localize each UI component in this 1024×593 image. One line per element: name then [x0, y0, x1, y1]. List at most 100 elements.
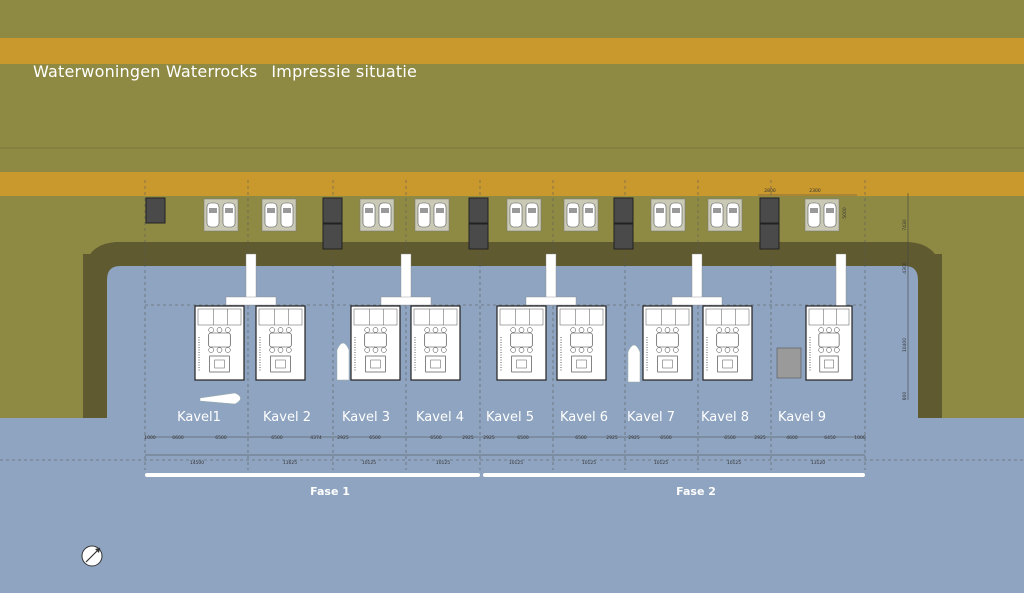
car-window	[656, 208, 664, 213]
house-outline	[255, 305, 306, 381]
jetty-deck	[380, 296, 432, 306]
dimension-text: 10125	[436, 460, 450, 466]
car	[509, 202, 523, 228]
house-outline	[350, 305, 401, 381]
car-icon	[203, 198, 239, 232]
car-icon	[650, 198, 686, 232]
dimension-text: 2300	[809, 188, 821, 194]
page-title: Waterwoningen Waterrocks Impressie situat…	[33, 62, 417, 81]
dimension-text: 4600	[786, 435, 798, 441]
project-subtitle: Impressie situatie	[271, 62, 418, 81]
quay-fill-left	[0, 390, 83, 418]
boat-icon	[336, 342, 350, 381]
car-icon	[506, 198, 542, 232]
car-window	[365, 208, 373, 213]
dimension-text: 5000	[842, 207, 848, 219]
jetty	[400, 253, 412, 301]
dimension-text: 6500	[215, 435, 227, 441]
jetty-deck	[525, 296, 577, 306]
dimension-text: 6500	[575, 435, 587, 441]
car-icon	[707, 198, 743, 232]
dimension-text: 2925	[483, 435, 495, 441]
dimension-text: 10125	[654, 460, 668, 466]
jetty	[835, 253, 847, 307]
dimension-text: 14500	[190, 460, 204, 466]
phase-label: Fase 1	[310, 485, 350, 498]
dimension-text: 6500	[430, 435, 442, 441]
dimension-text: 6500	[517, 435, 529, 441]
dimension-text: 2925	[337, 435, 349, 441]
dimension-text: 2800	[764, 188, 776, 194]
dimension-text: 4374	[310, 435, 322, 441]
dimension-text: 6450	[824, 435, 836, 441]
dimension-text: 1000	[144, 435, 156, 441]
house-outline	[642, 305, 693, 381]
dimension-text: 10400	[902, 338, 908, 352]
floating-house	[496, 305, 547, 381]
dimension-text: 1000	[854, 435, 866, 441]
car	[710, 202, 724, 228]
road-lower	[0, 172, 1024, 196]
jetty	[691, 253, 703, 301]
car-window	[420, 208, 428, 213]
plot-label: Kavel 8	[701, 410, 749, 425]
road-upper	[0, 38, 1024, 64]
site-plan-drawing: 1000 6600 6500 6500 4374 2925 6500 6500 2925 2925…	[0, 0, 1024, 593]
car-window	[826, 208, 834, 213]
house-outline	[194, 305, 245, 381]
car	[566, 202, 580, 228]
dimension-text: 13120	[811, 460, 825, 466]
storage-box-icon	[759, 197, 780, 224]
car	[417, 202, 431, 228]
car	[264, 202, 278, 228]
car	[378, 202, 392, 228]
land-top	[0, 0, 1024, 40]
terrace	[776, 347, 802, 379]
house-outline	[496, 305, 547, 381]
dimension-text: 4300	[902, 262, 908, 274]
jetty-deck	[225, 296, 277, 306]
car	[362, 202, 376, 228]
site-plan: 1000 6600 6500 6500 4374 2925 6500 6500 2925 2925…	[0, 0, 1024, 593]
car-window	[283, 208, 291, 213]
floating-house	[702, 305, 753, 381]
dimension-text: 6500	[271, 435, 283, 441]
car	[807, 202, 821, 228]
car	[433, 202, 447, 228]
dimension-text: 10125	[582, 460, 596, 466]
plot-label: Kavel 4	[416, 410, 464, 425]
storage-box-icon	[468, 223, 489, 250]
car	[525, 202, 539, 228]
car-window	[528, 208, 536, 213]
jetty	[545, 253, 557, 301]
car-window	[209, 208, 217, 213]
car	[823, 202, 837, 228]
house-outline	[805, 305, 853, 381]
car-window	[225, 208, 233, 213]
house-outline	[556, 305, 607, 381]
dimension-text: 10125	[727, 460, 741, 466]
car-icon	[563, 198, 599, 232]
dimension-text: 6500	[660, 435, 672, 441]
car	[280, 202, 294, 228]
floating-house	[556, 305, 607, 381]
phase-2-bar	[483, 473, 865, 477]
car-window	[569, 208, 577, 213]
car-window	[672, 208, 680, 213]
plot-label: Kavel 5	[486, 410, 534, 425]
quay-top	[120, 242, 905, 266]
car-icon	[804, 198, 840, 232]
dimension-text: 6600	[172, 435, 184, 441]
plot-label: Kavel 7	[627, 410, 675, 425]
car	[726, 202, 740, 228]
storage-box-icon	[613, 197, 634, 224]
car-icon	[261, 198, 297, 232]
car-window	[729, 208, 737, 213]
car-icon	[414, 198, 450, 232]
car-window	[713, 208, 721, 213]
car	[653, 202, 667, 228]
car-icon	[359, 198, 395, 232]
car-window	[810, 208, 818, 213]
car-window	[381, 208, 389, 213]
dimension-text: 2925	[606, 435, 618, 441]
